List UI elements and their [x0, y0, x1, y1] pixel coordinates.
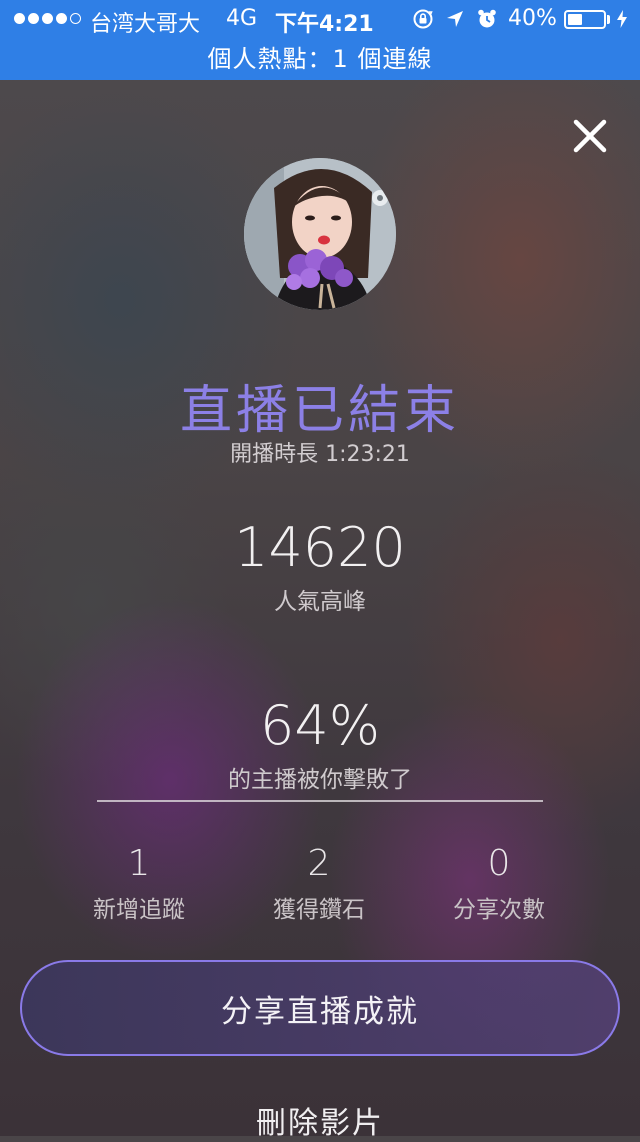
- battery-tip: [607, 15, 610, 24]
- close-icon: [573, 119, 607, 153]
- stat-label: 分享次數: [453, 897, 545, 923]
- avatar-photo: [244, 158, 396, 310]
- battery-icon: [564, 10, 606, 29]
- carrier-name: 台湾大哥大: [90, 12, 201, 37]
- alarm-icon: [476, 8, 498, 30]
- charging-bolt-icon: [614, 8, 630, 30]
- stat-diamonds-earned: 2 獲得鑽石: [229, 842, 409, 924]
- avatar: [244, 158, 396, 310]
- close-button[interactable]: [566, 112, 614, 160]
- beaten-percent-value: 64%: [259, 694, 381, 757]
- beaten-percent-label: 的主播被你擊敗了: [228, 767, 412, 793]
- clock: 下午4:21: [275, 12, 374, 37]
- peak-viewers-value: 14620: [234, 516, 406, 579]
- hotspot-text: 個人熱點：1 個連線: [207, 45, 433, 73]
- peak-viewers-label: 人氣高峰: [274, 589, 366, 615]
- signal-strength-icon: [14, 13, 81, 24]
- stat-share-count: 0 分享次數: [409, 842, 589, 924]
- live-ended-title: 直播已結束: [179, 381, 460, 441]
- network-type: 4G: [226, 6, 258, 31]
- stat-value: 1: [127, 843, 151, 884]
- share-button-label: 分享直播成就: [221, 993, 419, 1030]
- battery-percent: 40%: [508, 6, 557, 31]
- stream-duration: 開播時長 1:23:21: [230, 442, 410, 467]
- share-achievement-button[interactable]: 分享直播成就: [20, 960, 620, 1056]
- orientation-lock-icon: [412, 8, 434, 30]
- stat-value: 2: [307, 843, 331, 884]
- stat-label: 獲得鑽石: [273, 897, 365, 923]
- divider: [97, 800, 543, 802]
- status-bar: 台湾大哥大 4G 下午4:21 40%: [0, 0, 640, 40]
- delete-video-button[interactable]: 刪除影片: [0, 1098, 640, 1142]
- stat-value: 0: [487, 843, 511, 884]
- stat-label: 新增追蹤: [93, 897, 185, 923]
- stat-new-followers: 1 新增追蹤: [49, 842, 229, 924]
- location-arrow-icon: [444, 8, 466, 30]
- personal-hotspot-banner[interactable]: 個人熱點：1 個連線: [0, 40, 640, 80]
